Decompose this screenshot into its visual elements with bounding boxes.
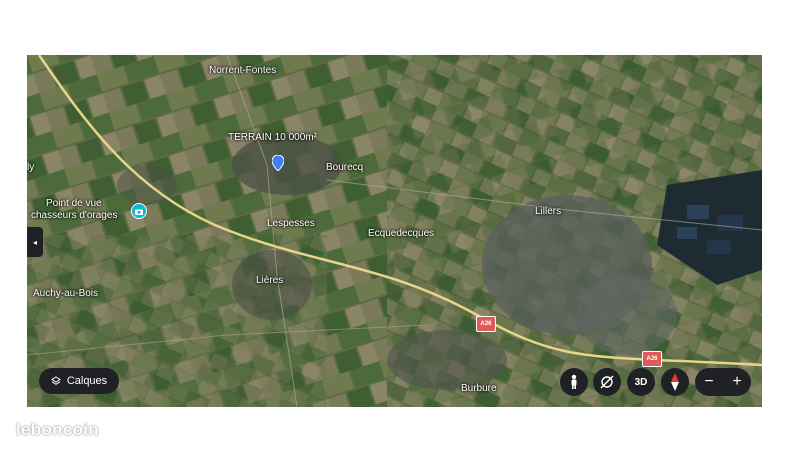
street-view-pegman-icon <box>569 374 579 390</box>
chevron-left-icon: ◂ <box>32 237 37 247</box>
place-label-norrent-fontes: Norrent-Fontes <box>209 65 277 76</box>
place-label-lillers: Lillers <box>535 206 562 217</box>
compass-icon <box>671 373 679 391</box>
rotate-view-icon <box>599 374 615 390</box>
view-3d-button[interactable]: 3D <box>627 368 655 396</box>
poi-label-chasseurs-orages: chasseurs d'orages <box>31 210 118 221</box>
camera-poi-icon[interactable] <box>131 203 147 219</box>
location-pin-icon[interactable] <box>271 154 285 172</box>
rotate-view-button[interactable] <box>593 368 621 396</box>
place-label-edge-fragment: ly <box>27 162 35 173</box>
place-label-lieres: Lières <box>256 275 284 286</box>
place-label-terrain: TERRAIN 10 000m² <box>228 132 317 143</box>
leboncoin-watermark: leboncoin <box>16 420 99 439</box>
place-label-bourecq: Bourecq <box>326 162 364 173</box>
place-label-ecquedecques: Ecquedecques <box>368 228 435 239</box>
road-shield-a26: A26 <box>476 316 496 332</box>
layers-label: Calques <box>66 375 108 387</box>
place-label-auchy-au-bois: Auchy-au-Bois <box>33 288 99 299</box>
zoom-in-button[interactable]: + <box>723 373 751 391</box>
zoom-out-button[interactable]: − <box>695 373 723 391</box>
zoom-control: − + <box>695 368 751 396</box>
satellite-map[interactable]: Norrent-Fontes TERRAIN 10 000m² Bourecq … <box>27 55 762 407</box>
poi-label-point-de-vue: Point de vue <box>46 198 102 209</box>
place-label-lespesses: Lespesses <box>267 218 315 229</box>
layers-button[interactable]: Calques <box>39 368 119 394</box>
street-view-button[interactable] <box>560 368 588 396</box>
layers-icon <box>50 376 61 386</box>
place-label-burbure: Burbure <box>461 383 497 394</box>
road-shield-a26: A26 <box>642 351 662 367</box>
compass-button[interactable] <box>661 368 689 396</box>
view-3d-label: 3D <box>634 376 648 388</box>
sidebar-toggle-button[interactable]: ◂ <box>27 227 43 257</box>
